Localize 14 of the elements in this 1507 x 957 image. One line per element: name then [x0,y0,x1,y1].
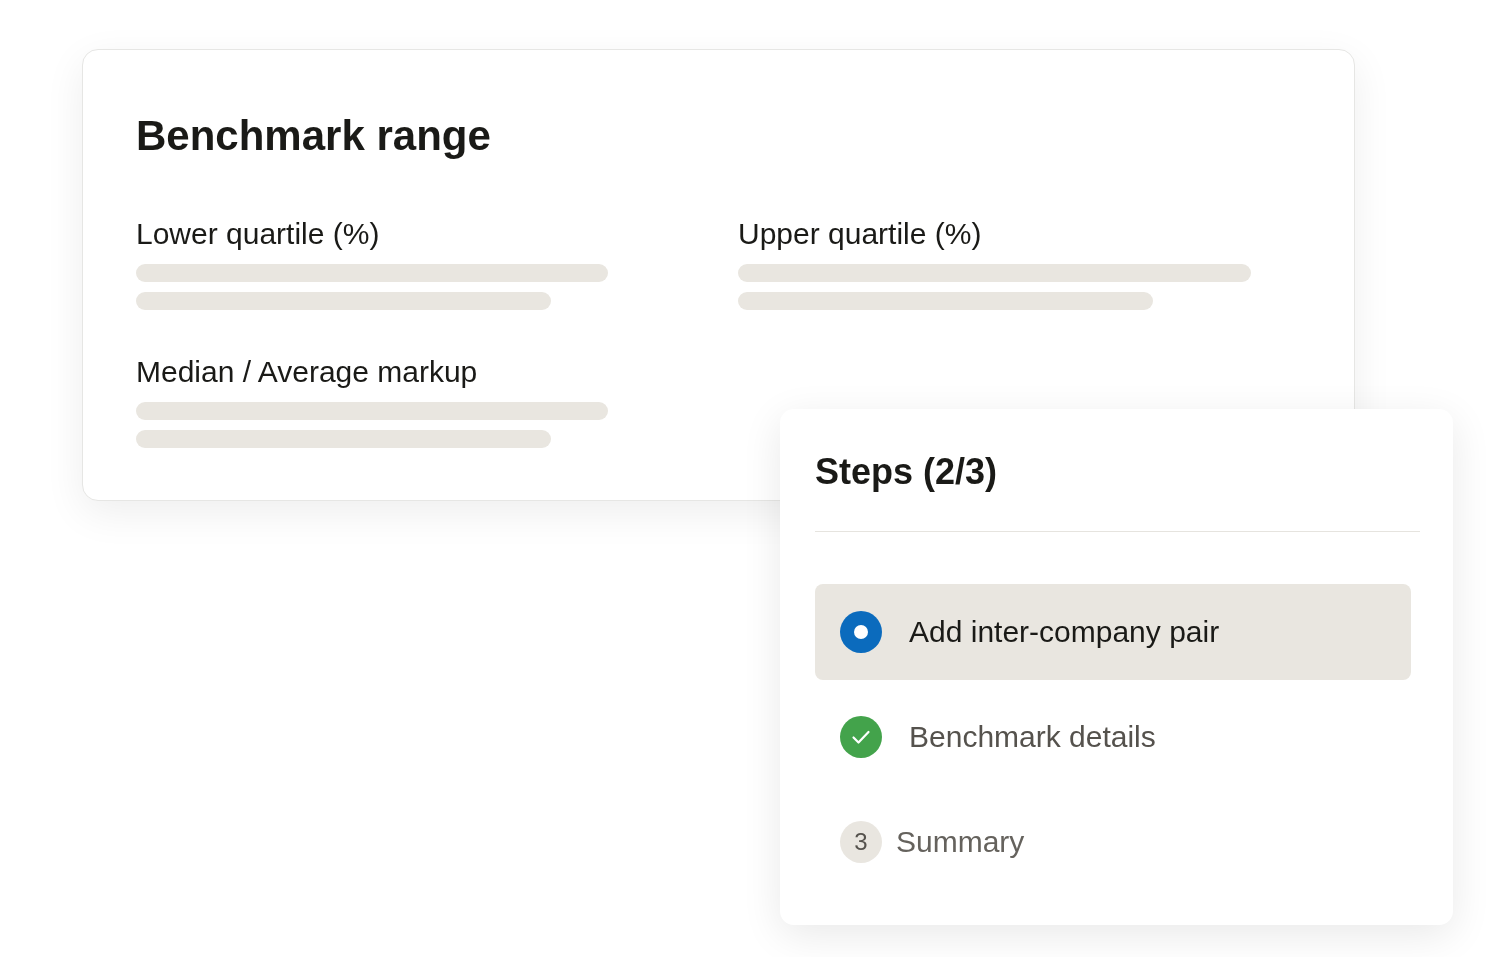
step-item[interactable]: Benchmark details [815,689,1411,785]
field-label: Lower quartile (%) [136,216,380,252]
field-label: Upper quartile (%) [738,216,982,252]
step-label: Add inter-company pair [909,614,1220,650]
step-number: 3 [840,821,882,863]
current-step-icon [840,611,882,653]
check-icon [840,716,882,758]
step-item[interactable]: 3 Summary [815,794,1411,890]
step-label: Summary [896,824,1025,860]
card-title: Steps (2/3) [815,454,998,490]
step-label: Benchmark details [909,719,1156,755]
card-title: Benchmark range [136,115,491,157]
step-item[interactable]: Add inter-company pair [815,584,1411,680]
field-label: Median / Average markup [136,354,478,390]
